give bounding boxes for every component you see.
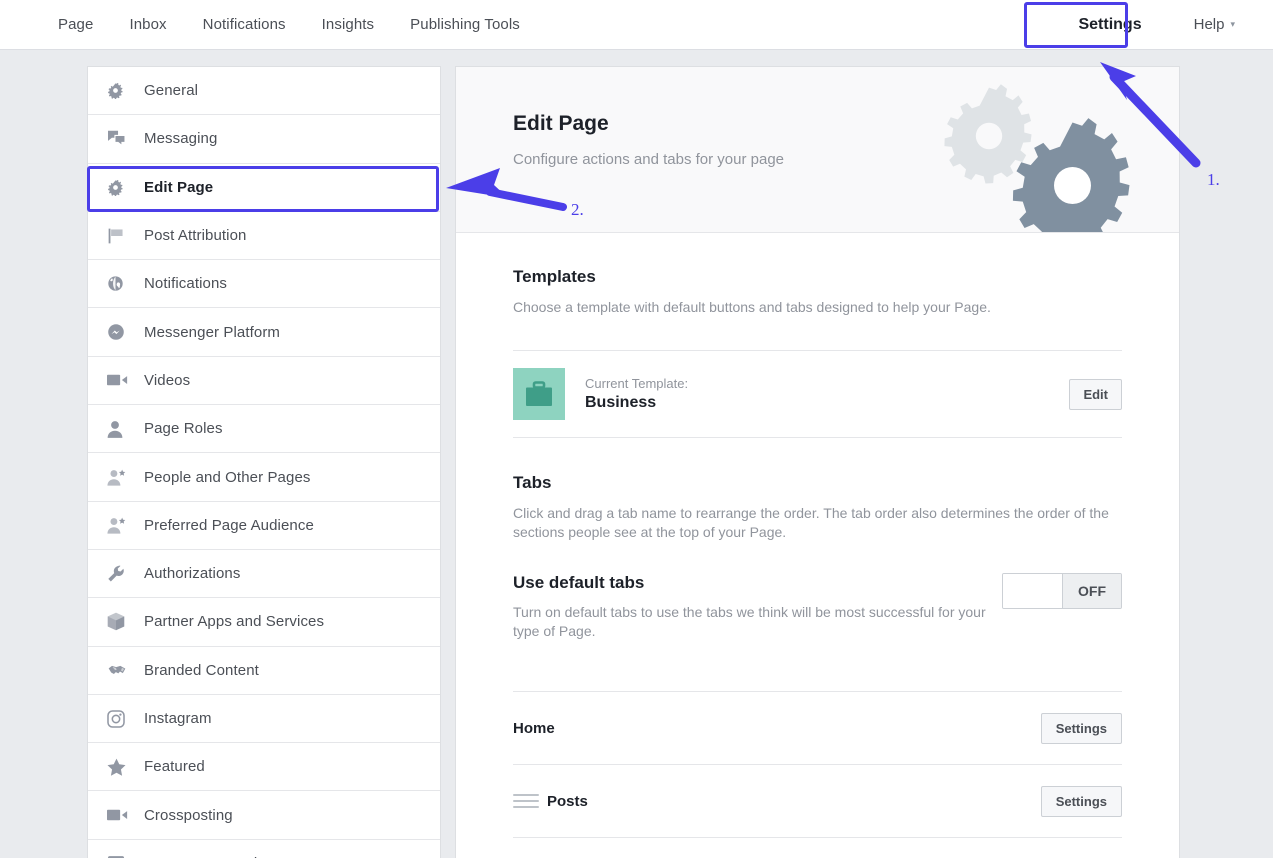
template-meta: Current Template: Business [585, 375, 1069, 413]
globe-icon [107, 274, 131, 294]
use-default-tabs-description: Turn on default tabs to use the tabs we … [513, 603, 988, 641]
use-default-tabs-toggle[interactable]: OFF [1002, 573, 1122, 609]
sidebar-item-featured[interactable]: Featured [88, 743, 440, 791]
sidebar-item-label: Notifications [144, 275, 227, 292]
template-thumbnail [513, 368, 565, 420]
page-header: Edit Page Configure actions and tabs for… [456, 67, 1179, 233]
inbox-icon [107, 853, 131, 858]
sidebar-item-label: Instagram [144, 710, 212, 727]
wrench-icon [107, 564, 131, 584]
tabs-title: Tabs [513, 473, 1122, 493]
gear-icon [107, 177, 131, 197]
instagram-icon [107, 709, 131, 729]
tab-settings-button-home[interactable]: Settings [1041, 713, 1122, 744]
tab-row-home: Home Settings [513, 692, 1122, 764]
tab-row-name: Home [513, 720, 1041, 737]
sidebar-item-label: People and Other Pages [144, 469, 310, 486]
gear-icon [107, 81, 131, 101]
sidebar-item-label: Page Roles [144, 420, 223, 437]
sidebar-item-crossposting[interactable]: Crossposting [88, 791, 440, 839]
star-icon [107, 757, 131, 777]
sidebar-item-label: Authorizations [144, 565, 240, 582]
gear-icon-decorative-large [1004, 117, 1141, 233]
nav-item-settings[interactable]: Settings [1056, 0, 1163, 49]
sidebar-item-post-attribution[interactable]: Post Attribution [88, 212, 440, 260]
sidebar-item-general[interactable]: General [88, 67, 440, 115]
tabs-section: Tabs Click and drag a tab name to rearra… [456, 438, 1179, 838]
use-default-tabs-label: Use default tabs [513, 573, 1002, 593]
tab-settings-button-posts[interactable]: Settings [1041, 786, 1122, 817]
toggle-state-label[interactable]: OFF [1062, 574, 1121, 608]
sidebar-item-authorizations[interactable]: Authorizations [88, 550, 440, 598]
person-star-icon [107, 515, 131, 535]
nav-item-insights[interactable]: Insights [304, 0, 393, 49]
settings-sidebar: General Messaging Edit Page Post Attributio… [87, 66, 441, 858]
person-star-icon [107, 467, 131, 487]
sidebar-item-messenger-platform[interactable]: Messenger Platform [88, 308, 440, 356]
sidebar-item-videos[interactable]: Videos [88, 357, 440, 405]
toggle-knob[interactable] [1003, 574, 1062, 608]
sidebar-item-label: Messenger Platform [144, 324, 280, 341]
nav-item-inbox[interactable]: Inbox [111, 0, 184, 49]
sidebar-item-label: Videos [144, 372, 190, 389]
sidebar-item-label: Post Attribution [144, 227, 247, 244]
sidebar-item-branded-content[interactable]: Branded Content [88, 647, 440, 695]
edit-template-button[interactable]: Edit [1069, 379, 1122, 410]
page-subtitle: Configure actions and tabs for your page [513, 151, 784, 168]
sidebar-item-page-support-inbox[interactable]: Page Support Inbox [88, 840, 440, 858]
sidebar-item-label: General [144, 82, 198, 99]
person-icon [107, 419, 131, 439]
sidebar-item-notifications[interactable]: Notifications [88, 260, 440, 308]
current-template-row: Current Template: Business Edit [513, 351, 1122, 437]
sidebar-item-edit-page[interactable]: Edit Page [88, 164, 440, 212]
nav-item-help[interactable]: Help ▾ [1164, 0, 1243, 49]
templates-section: Templates Choose a template with default… [456, 233, 1179, 438]
briefcase-icon [524, 381, 554, 408]
sidebar-item-messaging[interactable]: Messaging [88, 115, 440, 163]
nav-right-group: Settings Help ▾ [1056, 0, 1243, 49]
video-camera-icon [107, 805, 131, 825]
annotation-step-2-label: 2. [571, 200, 584, 220]
drag-handle-icon[interactable] [513, 794, 539, 808]
sidebar-item-people-and-other-pages[interactable]: People and Other Pages [88, 453, 440, 501]
current-template-label: Current Template: [585, 375, 1069, 392]
use-default-tabs-row: Use default tabs Turn on default tabs to… [513, 573, 1122, 641]
nav-item-publishing-tools[interactable]: Publishing Tools [392, 0, 538, 49]
sidebar-item-page-roles[interactable]: Page Roles [88, 405, 440, 453]
templates-description: Choose a template with default buttons a… [513, 298, 1122, 317]
sidebar-item-instagram[interactable]: Instagram [88, 695, 440, 743]
sidebar-item-label: Featured [144, 758, 205, 775]
sidebar-item-label: Edit Page [144, 179, 213, 196]
tab-row-name: Posts [547, 793, 1041, 810]
sidebar-item-label: Messaging [144, 130, 217, 147]
annotation-step-1-label: 1. [1207, 170, 1220, 190]
video-camera-icon [107, 370, 131, 390]
chevron-down-icon: ▾ [1230, 20, 1235, 29]
sidebar-item-label: Preferred Page Audience [144, 517, 314, 534]
box-icon [107, 612, 131, 632]
main-content-panel: Edit Page Configure actions and tabs for… [455, 66, 1180, 858]
handshake-icon [107, 660, 131, 680]
messenger-icon [107, 322, 131, 342]
top-navigation-bar: Page Inbox Notifications Insights Publis… [0, 0, 1273, 50]
nav-help-label: Help [1194, 16, 1225, 33]
nav-item-page[interactable]: Page [40, 0, 111, 49]
flag-icon [107, 226, 131, 246]
sidebar-item-preferred-page-audience[interactable]: Preferred Page Audience [88, 502, 440, 550]
chat-bubbles-icon [107, 129, 131, 149]
tab-row-posts: Posts Settings [513, 765, 1122, 837]
nav-left-group: Page Inbox Notifications Insights Publis… [40, 0, 538, 49]
templates-title: Templates [513, 267, 1122, 287]
sidebar-item-label: Partner Apps and Services [144, 613, 324, 630]
sidebar-item-label: Branded Content [144, 662, 259, 679]
current-template-name: Business [585, 392, 1069, 413]
sidebar-item-label: Crossposting [144, 807, 233, 824]
page-title: Edit Page [513, 112, 609, 136]
nav-item-notifications[interactable]: Notifications [185, 0, 304, 49]
sidebar-item-partner-apps-and-services[interactable]: Partner Apps and Services [88, 598, 440, 646]
divider [513, 837, 1122, 838]
tabs-description: Click and drag a tab name to rearrange t… [513, 504, 1122, 542]
